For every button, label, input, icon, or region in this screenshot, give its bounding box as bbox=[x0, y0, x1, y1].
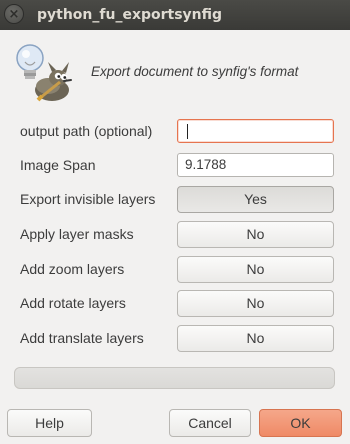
image-span-input[interactable]: 9.1788 bbox=[177, 153, 334, 177]
apply-layer-masks-label: Apply layer masks bbox=[20, 226, 134, 242]
window-title: python_fu_exportsynfig bbox=[37, 7, 223, 23]
title-bar: × python_fu_exportsynfig bbox=[0, 0, 350, 30]
close-icon[interactable]: × bbox=[4, 4, 24, 24]
cancel-button[interactable]: Cancel bbox=[169, 409, 251, 437]
add-rotate-layers-toggle[interactable]: No bbox=[177, 290, 334, 317]
add-zoom-layers-label: Add zoom layers bbox=[20, 261, 125, 277]
add-translate-layers-label: Add translate layers bbox=[20, 330, 144, 346]
dialog-description: Export document to synfig's format bbox=[91, 64, 299, 79]
help-button[interactable]: Help bbox=[7, 409, 92, 437]
text-caret bbox=[187, 123, 188, 139]
ok-button[interactable]: OK bbox=[259, 409, 342, 437]
export-invisible-layers-toggle[interactable]: Yes bbox=[177, 186, 334, 213]
output-path-input[interactable] bbox=[177, 119, 334, 143]
gimp-wilber-lightbulb-icon bbox=[14, 40, 76, 106]
add-translate-layers-toggle[interactable]: No bbox=[177, 325, 334, 352]
add-rotate-layers-label: Add rotate layers bbox=[20, 295, 126, 311]
output-path-label: output path (optional) bbox=[20, 123, 153, 139]
add-zoom-layers-toggle[interactable]: No bbox=[177, 256, 334, 283]
apply-layer-masks-toggle[interactable]: No bbox=[177, 221, 334, 248]
image-span-label: Image Span bbox=[20, 157, 96, 173]
progress-bar bbox=[14, 367, 335, 389]
export-invisible-layers-label: Export invisible layers bbox=[20, 191, 156, 207]
